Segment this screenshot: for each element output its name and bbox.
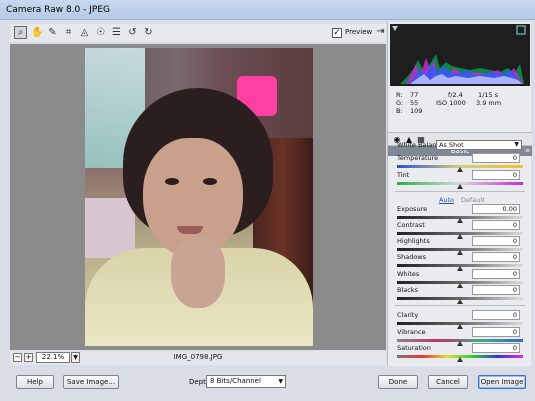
focal-length-value: 3.9 mm (476, 99, 502, 107)
depth-value: 8 Bits/Channel (210, 377, 261, 385)
rotate-right-icon[interactable]: ↻ (142, 26, 155, 39)
slider-value-field[interactable]: 0 (472, 170, 520, 180)
slider-thumb[interactable] (457, 167, 463, 172)
histogram (390, 24, 530, 86)
preferences-icon[interactable]: ☰ (110, 26, 123, 39)
slider-thumb[interactable] (457, 234, 463, 239)
slider-label: Saturation (397, 344, 431, 352)
save-image-button[interactable]: Save Image... (63, 375, 119, 389)
photo-eye-right (203, 178, 217, 185)
straighten-tool-icon[interactable]: ◬ (78, 26, 91, 39)
slider-value-field[interactable]: 0 (472, 327, 520, 337)
b-value: 109 (410, 107, 423, 115)
slider-value-field[interactable]: 0 (472, 220, 520, 230)
dialog-footer: Help Save Image... Depth: 8 Bits/Channel… (0, 366, 535, 401)
white-balance-select[interactable]: As Shot ▼ (436, 140, 522, 150)
slider-thumb[interactable] (457, 341, 463, 346)
b-label: B: (396, 107, 403, 115)
slider-thumb[interactable] (457, 299, 463, 304)
shutter-value: 1/15 s (478, 91, 499, 99)
iso-value: ISO 1000 (436, 99, 466, 107)
slider-label: Highlights (397, 237, 430, 245)
slider-label: Contrast (397, 221, 425, 229)
photo-preview[interactable] (85, 48, 313, 346)
slider-thumb[interactable] (457, 218, 463, 223)
r-value: 77 (410, 91, 419, 99)
slider-label: Tint (397, 171, 410, 179)
slider-label: Temperature (397, 154, 439, 162)
preview-checkbox[interactable]: ✓ (332, 28, 342, 38)
chevron-down-icon: ▼ (278, 378, 283, 385)
pixel-readout: R: 77 G: 55 B: 109 f/2.4 1/15 s ISO 1000… (390, 88, 530, 132)
slider-value-field[interactable]: 0.00 (472, 204, 520, 214)
slider-thumb[interactable] (457, 184, 463, 189)
aperture-value: f/2.4 (448, 91, 463, 99)
photo-hand (171, 238, 225, 308)
red-eye-tool-icon[interactable]: ☉ (94, 26, 107, 39)
slider-label: Blacks (397, 286, 418, 294)
filename-label: IMG_0798.JPG (173, 353, 223, 361)
slider-value-field[interactable]: 0 (472, 153, 520, 163)
slider-label: Shadows (397, 253, 427, 261)
zoom-tool-icon[interactable]: ⌕ (14, 26, 27, 39)
photo-floor (85, 198, 135, 258)
white-balance-value: As Shot (439, 141, 464, 149)
slider-thumb[interactable] (457, 324, 463, 329)
slider-label: Exposure (397, 205, 428, 213)
auto-link[interactable]: Auto (439, 196, 454, 204)
toolbar: ⌕ ✋ ✎ ⌗ ◬ ☉ ☰ ↺ ↻ ✓ Preview ⇥ (10, 24, 386, 42)
default-link[interactable]: Default (461, 196, 485, 204)
slider-label: Clarity (397, 311, 419, 319)
g-label: G: (396, 99, 404, 107)
slider-value-field[interactable]: 0 (472, 285, 520, 295)
photo-eye-left (165, 178, 179, 185)
r-label: R: (396, 91, 403, 99)
photo-mouth (177, 226, 203, 234)
slider-label: Vibrance (397, 328, 426, 336)
slider-thumb[interactable] (457, 283, 463, 288)
slider-value-field[interactable]: 0 (472, 343, 520, 353)
image-status-bar: − + 22.1% ▼ IMG_0798.JPG (10, 351, 386, 365)
done-button[interactable]: Done (378, 375, 418, 389)
histogram-graph (392, 25, 526, 84)
slider-thumb[interactable] (457, 357, 463, 362)
panel-menu-icon[interactable]: ≡ (525, 146, 530, 156)
white-balance-tool-icon[interactable]: ✎ (46, 26, 59, 39)
section-divider (395, 305, 525, 306)
slider-value-field[interactable]: 0 (472, 269, 520, 279)
rotate-left-icon[interactable]: ↺ (126, 26, 139, 39)
slider-value-field[interactable]: 0 (472, 236, 520, 246)
chevron-down-icon: ▼ (514, 141, 519, 148)
fullscreen-icon[interactable]: ⇥ (374, 26, 387, 39)
slider-label: Whites (397, 270, 420, 278)
hand-tool-icon[interactable]: ✋ (30, 26, 43, 39)
window-title: Camera Raw 8.0 - JPEG (0, 0, 535, 20)
cancel-button[interactable]: Cancel (428, 375, 468, 389)
depth-select[interactable]: 8 Bits/Channel ▼ (206, 375, 286, 388)
slider-value-field[interactable]: 0 (472, 252, 520, 262)
help-button[interactable]: Help (16, 375, 54, 389)
crop-tool-icon[interactable]: ⌗ (62, 26, 75, 39)
open-image-button[interactable]: Open Image (478, 375, 526, 389)
image-preview-area[interactable] (10, 44, 386, 350)
section-divider (395, 191, 525, 192)
slider-value-field[interactable]: 0 (472, 310, 520, 320)
slider-thumb[interactable] (457, 266, 463, 271)
g-value: 55 (410, 99, 419, 107)
preview-label: Preview (345, 28, 373, 36)
slider-thumb[interactable] (457, 250, 463, 255)
